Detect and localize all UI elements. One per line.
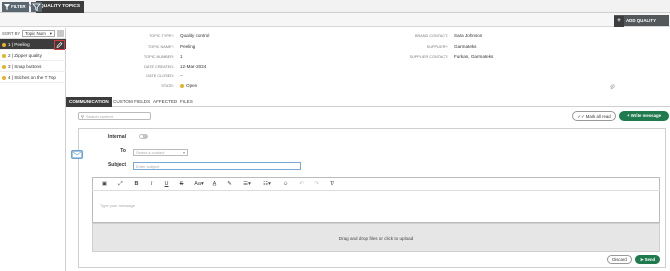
mark-all-read-label: Mark all read bbox=[585, 114, 611, 119]
funnel-outline-icon bbox=[32, 3, 41, 12]
brand-contact-value: Sara Johnson bbox=[454, 33, 483, 38]
ordered-list-icon[interactable]: ☰▾ bbox=[240, 180, 254, 188]
check-icon: ✓✓ bbox=[577, 114, 586, 119]
list-item[interactable]: 2 | Zipper quality bbox=[0, 50, 66, 61]
list-item-label: 4 | Stiches on the T Top bbox=[8, 75, 56, 80]
subject-placeholder: Enter subject bbox=[136, 164, 160, 169]
undo-icon[interactable]: ↶ bbox=[297, 180, 306, 188]
status-dot bbox=[2, 75, 6, 80]
date-closed-value: -- bbox=[180, 73, 184, 78]
tab-files[interactable]: FILES bbox=[177, 97, 196, 107]
supplier-label: SUPPLIER*: bbox=[426, 45, 448, 49]
strikethrough-icon[interactable]: S bbox=[177, 180, 186, 188]
to-placeholder: Select a contact bbox=[136, 150, 165, 155]
write-message-button[interactable]: + Write message bbox=[619, 111, 669, 121]
image-icon[interactable]: ▣ bbox=[100, 180, 109, 188]
tab-communication[interactable]: COMMUNICATION bbox=[66, 97, 112, 107]
state-value: Open bbox=[180, 83, 197, 88]
tab-affected[interactable]: AFFECTED bbox=[150, 97, 180, 107]
filter-label: FILTER bbox=[11, 4, 26, 9]
sort-label: SORT BY bbox=[2, 31, 21, 36]
brand-contact-label: BRAND CONTACT: bbox=[414, 34, 448, 38]
supplier-value: Garmateks bbox=[454, 44, 477, 49]
underline-icon[interactable]: U bbox=[162, 180, 171, 188]
envelope-icon bbox=[71, 150, 83, 159]
topic-number-value: 1 bbox=[180, 54, 183, 59]
paperclip-icon[interactable] bbox=[609, 84, 615, 90]
mark-all-read-button[interactable]: ✓✓ Mark all read bbox=[572, 111, 616, 121]
search-icon: ⚲ bbox=[81, 114, 84, 119]
subject-input[interactable]: Enter subject bbox=[133, 162, 301, 170]
topic-type-value: Quality control bbox=[180, 33, 210, 38]
fullscreen-icon[interactable]: ⤢ bbox=[116, 180, 125, 188]
emoji-icon[interactable]: ☺ bbox=[281, 180, 290, 188]
sort-select[interactable]: Topic Num ▾ bbox=[22, 30, 55, 37]
date-closed-label: DATE CLOSED: bbox=[146, 74, 174, 78]
edit-topic-button[interactable] bbox=[54, 40, 65, 50]
date-created-value: 12-Mar-2024 bbox=[180, 64, 207, 69]
topic-name-value: Peeling bbox=[180, 44, 196, 49]
clear-filter-button[interactable] bbox=[31, 2, 42, 12]
send-button[interactable]: ➤ Send bbox=[635, 255, 660, 264]
chevron-down-icon: ▾ bbox=[182, 150, 185, 155]
filter-bar bbox=[0, 13, 670, 27]
top-tab-bar bbox=[0, 0, 670, 13]
filter-button[interactable]: FILTER bbox=[2, 2, 29, 12]
tab-quality-topics[interactable]: QUALITY TOPICS bbox=[36, 1, 85, 13]
tab-custom-fields[interactable]: CUSTOM FIELDS bbox=[110, 97, 153, 107]
status-dot bbox=[2, 53, 6, 58]
state-label: STATE: bbox=[161, 84, 174, 88]
add-quality-topic-button[interactable]: + ADD QUALITY TOPIC bbox=[614, 15, 669, 35]
message-placeholder: Type your message bbox=[100, 203, 135, 208]
bold-icon[interactable]: B bbox=[132, 180, 141, 188]
send-label: Send bbox=[644, 257, 656, 262]
search-placeholder: Search content bbox=[86, 114, 113, 119]
internal-toggle[interactable] bbox=[139, 134, 148, 139]
to-label: To bbox=[120, 148, 126, 154]
supplier-contact-value: Furkan, Garmateks bbox=[454, 54, 494, 59]
pencil-icon bbox=[56, 42, 63, 48]
funnel-icon bbox=[4, 3, 10, 10]
file-dropzone[interactable]: Drag and drop files or click to upload bbox=[92, 223, 660, 252]
state-text: Open bbox=[186, 83, 198, 88]
list-item-label: 2 | Zipper quality bbox=[8, 53, 42, 58]
sort-select-value: Topic Num bbox=[25, 31, 46, 36]
discard-button[interactable]: Discard bbox=[607, 255, 632, 264]
chevron-down-icon: ▾ bbox=[49, 31, 52, 36]
text-color-icon[interactable]: A̲ bbox=[210, 180, 219, 188]
italic-icon[interactable]: I bbox=[147, 180, 156, 188]
list-item-label: 1 | Peeling bbox=[8, 42, 30, 47]
list-item[interactable]: 3 | Snap buttons bbox=[0, 61, 66, 72]
redo-icon[interactable]: ↷ bbox=[312, 180, 321, 188]
status-dot bbox=[2, 42, 6, 47]
topic-number-label: TOPIC NUMBER: bbox=[143, 55, 174, 59]
search-input[interactable]: ⚲ Search content bbox=[78, 112, 151, 120]
list-item[interactable]: 4 | Stiches on the T Top bbox=[0, 72, 66, 83]
plus-icon: + bbox=[614, 16, 624, 27]
topic-type-label: TOPIC TYPE*: bbox=[149, 34, 174, 38]
font-size-icon[interactable]: Aa▾ bbox=[192, 180, 206, 188]
state-dot bbox=[180, 83, 184, 88]
write-message-label: Write message bbox=[630, 113, 661, 118]
date-created-label: DATE CREATED: bbox=[144, 65, 174, 69]
bullet-list-icon[interactable]: ☷▾ bbox=[260, 180, 274, 188]
internal-label: Internal bbox=[107, 134, 126, 140]
sort-direction-button[interactable] bbox=[57, 30, 64, 37]
topic-name-label: TOPIC NAME*: bbox=[147, 45, 174, 49]
list-item-label: 3 | Snap buttons bbox=[8, 64, 42, 69]
to-select[interactable]: Select a contact ▾ bbox=[133, 149, 188, 156]
supplier-contact-label: SUPPLIER CONTACT: bbox=[409, 55, 448, 59]
subject-label: Subject bbox=[107, 162, 126, 168]
highlight-icon[interactable]: ✎ bbox=[225, 180, 234, 188]
clear-format-icon[interactable]: T̸ bbox=[327, 180, 336, 188]
status-dot bbox=[2, 64, 6, 69]
